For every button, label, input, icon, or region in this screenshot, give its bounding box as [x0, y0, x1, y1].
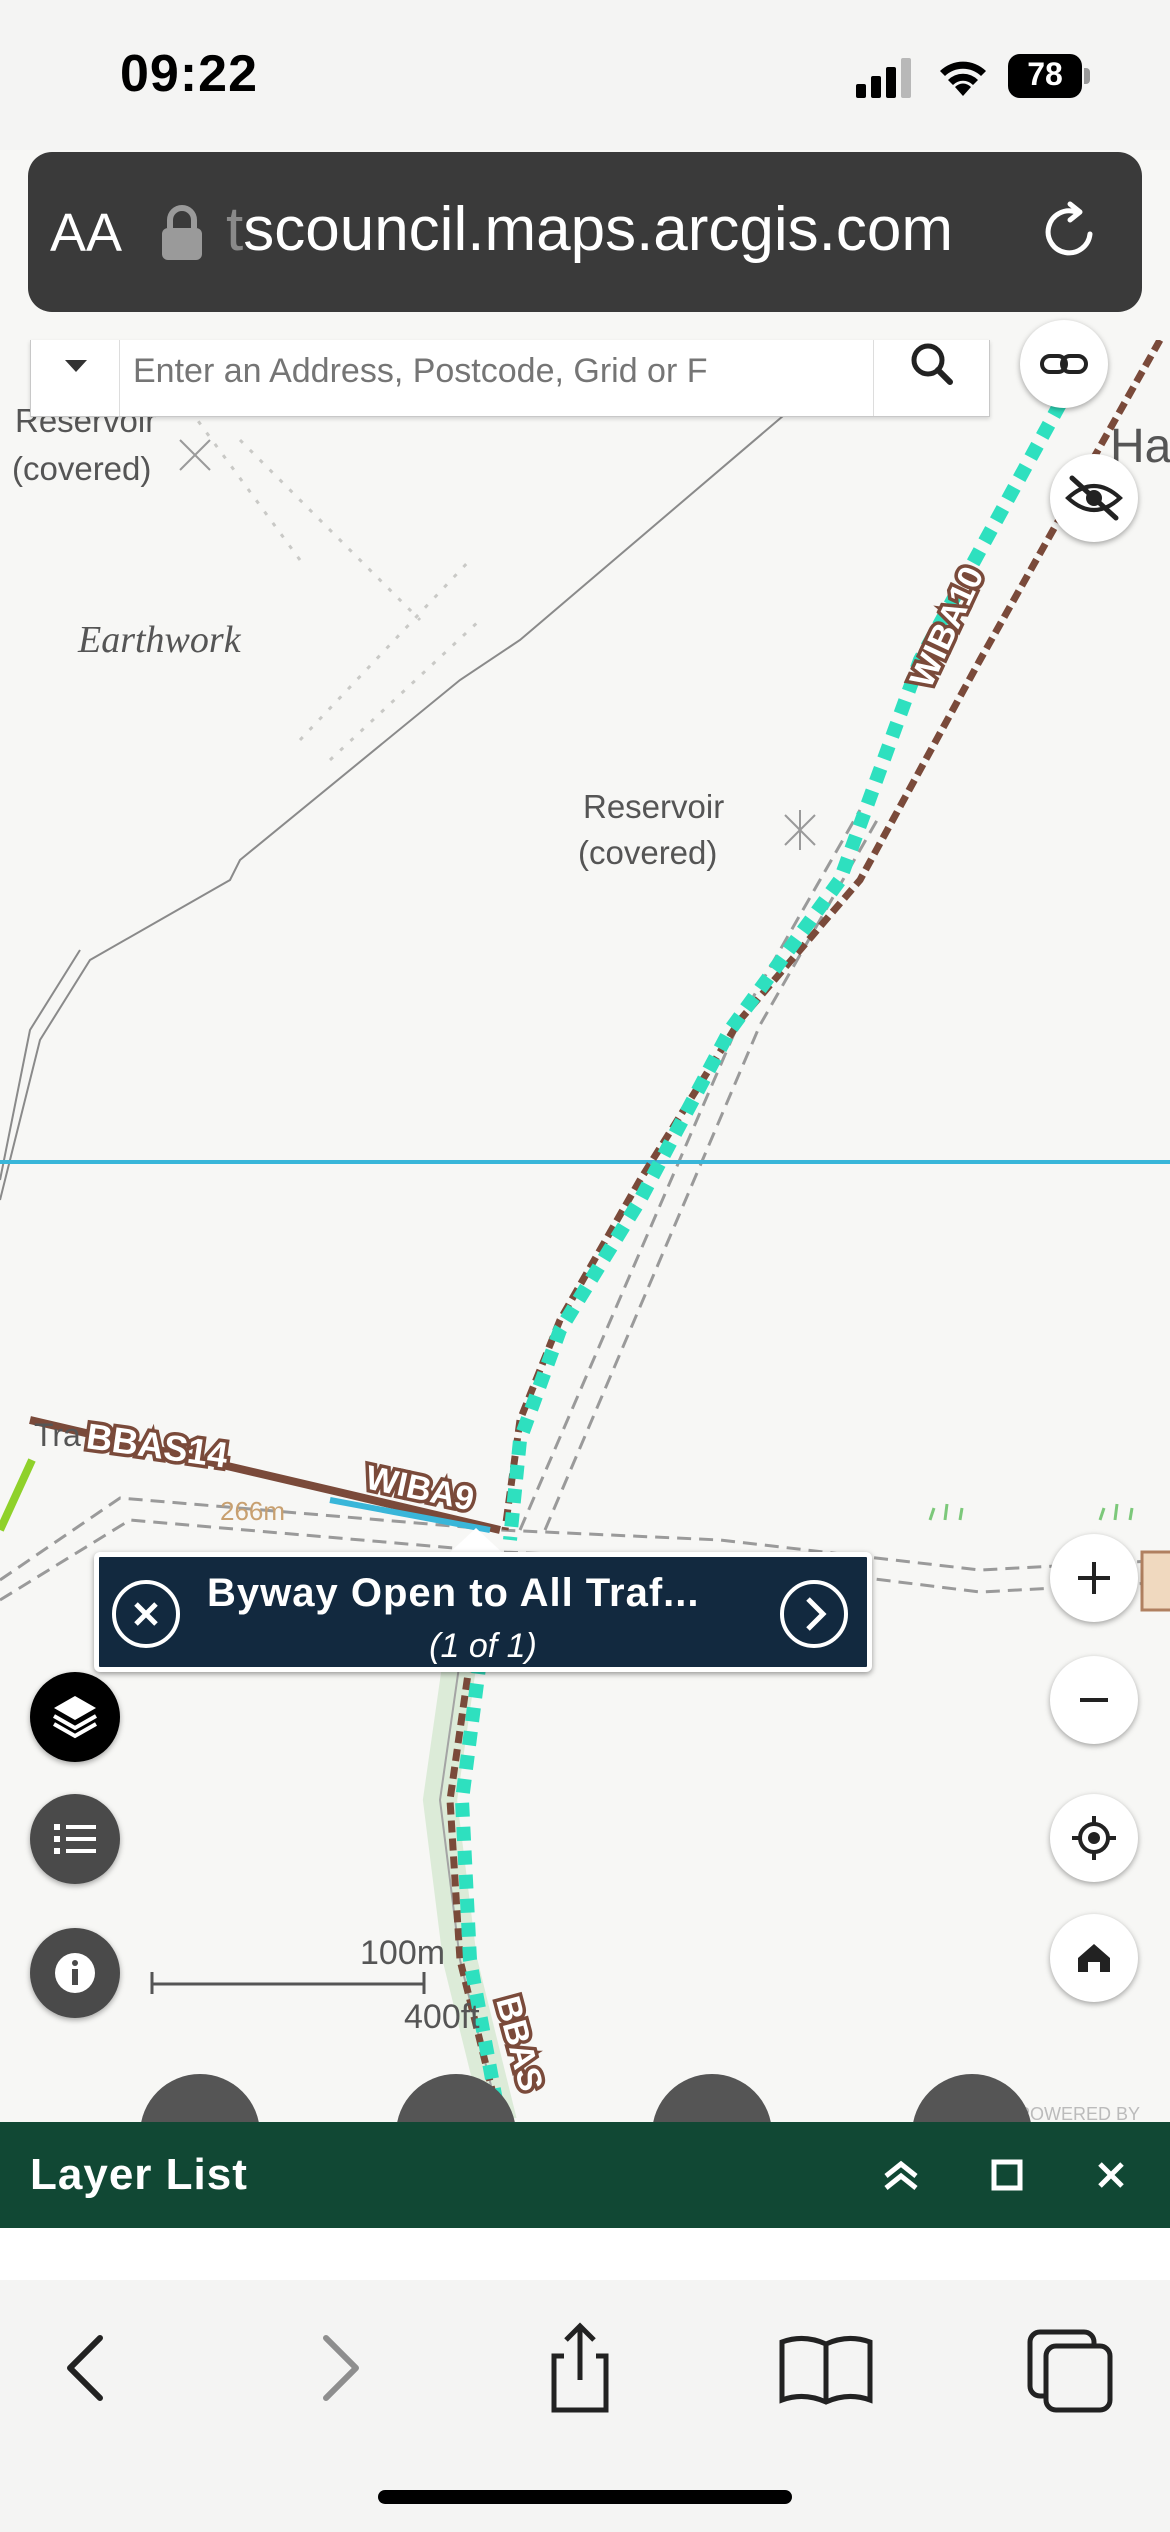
back-icon[interactable] [36, 2318, 136, 2418]
map-graphics: Reservoir (covered) Earthwork Reservoir … [0, 340, 1170, 2122]
chevron-right-icon[interactable] [779, 1579, 849, 1649]
home-extent-button[interactable] [1050, 1914, 1138, 2002]
map-label-reservoir-2-covered: (covered) [578, 834, 717, 871]
reload-icon[interactable] [1038, 200, 1102, 264]
wifi-icon [940, 61, 986, 96]
eye-slash-icon [1065, 475, 1123, 521]
route-label-bbas14: BBAS14 [84, 1415, 230, 1475]
cellular-signal-icon [856, 58, 911, 98]
search-icon [911, 343, 953, 385]
layers-button[interactable] [30, 1672, 120, 1762]
layer-list-panel: Layer List [0, 2122, 1170, 2228]
share-icon[interactable] [530, 2318, 630, 2418]
address-search [30, 340, 990, 417]
widget-button[interactable] [396, 2074, 516, 2122]
home-indicator [378, 2490, 792, 2504]
minus-icon [1080, 1698, 1108, 1702]
tabs-icon[interactable] [1020, 2318, 1120, 2418]
home-icon [1078, 1944, 1110, 1972]
share-link-button[interactable] [1020, 320, 1108, 408]
info-button[interactable] [30, 1928, 120, 2018]
status-time: 09:22 [120, 45, 258, 103]
search-source-dropdown[interactable] [31, 340, 120, 416]
map-label-tra-fragment: Tra [34, 1417, 81, 1453]
link-icon [1040, 354, 1088, 374]
widget-button[interactable] [912, 2074, 1032, 2122]
plus-icon [1078, 1562, 1110, 1594]
battery-level: 78 [1027, 56, 1063, 92]
battery-icon: 78 [1008, 54, 1090, 98]
caret-down-icon [65, 360, 87, 372]
widget-button[interactable] [652, 2074, 772, 2122]
url-bar[interactable]: AA tscouncil.maps.arcgis.com [28, 152, 1142, 312]
route-label-wiba10: WIBA10 [903, 561, 992, 693]
url-domain: scouncil.maps.arcgis.com [243, 195, 954, 264]
feature-popup[interactable]: Byway Open to All Traf... (1 of 1) [94, 1552, 872, 1672]
url-text[interactable]: tscouncil.maps.arcgis.com [226, 194, 953, 265]
list-icon [54, 1824, 96, 1854]
widget-button[interactable] [140, 2074, 260, 2122]
bookmarks-icon[interactable] [776, 2318, 876, 2418]
info-icon [55, 1953, 95, 1993]
popup-count: (1 of 1) [429, 1627, 537, 1665]
legend-button[interactable] [30, 1794, 120, 1884]
layers-icon [53, 1696, 97, 1739]
forward-icon[interactable] [290, 2318, 390, 2418]
map-label-earthwork: Earthwork [77, 619, 242, 661]
popup-title: Byway Open to All Traf... [207, 1571, 700, 1615]
search-input[interactable] [131, 340, 835, 402]
zoom-out-button[interactable] [1050, 1656, 1138, 1744]
map-label-reservoir-1-covered: (covered) [12, 450, 151, 487]
lock-icon [162, 205, 202, 260]
map-label-faded: 266m [220, 1496, 285, 1526]
toggle-visibility-button[interactable] [1050, 454, 1138, 542]
map-label-reservoir-2: Reservoir [583, 788, 724, 825]
panel-title: Layer List [30, 2150, 248, 2199]
text-size-button[interactable]: AA [50, 202, 122, 264]
maximize-icon[interactable] [980, 2148, 1034, 2202]
map-canvas[interactable]: Reservoir (covered) Earthwork Reservoir … [0, 340, 1170, 2122]
widget-bar [0, 2070, 1170, 2122]
locate-button[interactable] [1050, 1794, 1138, 1882]
close-icon[interactable] [1084, 2148, 1138, 2202]
layer-list-content [0, 2228, 1170, 2281]
scale-metric: 100m [360, 1934, 446, 1972]
url-faded-prefix: t [226, 195, 244, 264]
search-button[interactable] [873, 340, 990, 416]
scale-imperial: 400ft [404, 1998, 480, 2036]
chevrons-up-icon[interactable] [874, 2148, 928, 2202]
status-bar: 09:22 78 [0, 0, 1170, 150]
zoom-in-button[interactable] [1050, 1534, 1138, 1622]
locate-icon [1072, 1816, 1116, 1860]
